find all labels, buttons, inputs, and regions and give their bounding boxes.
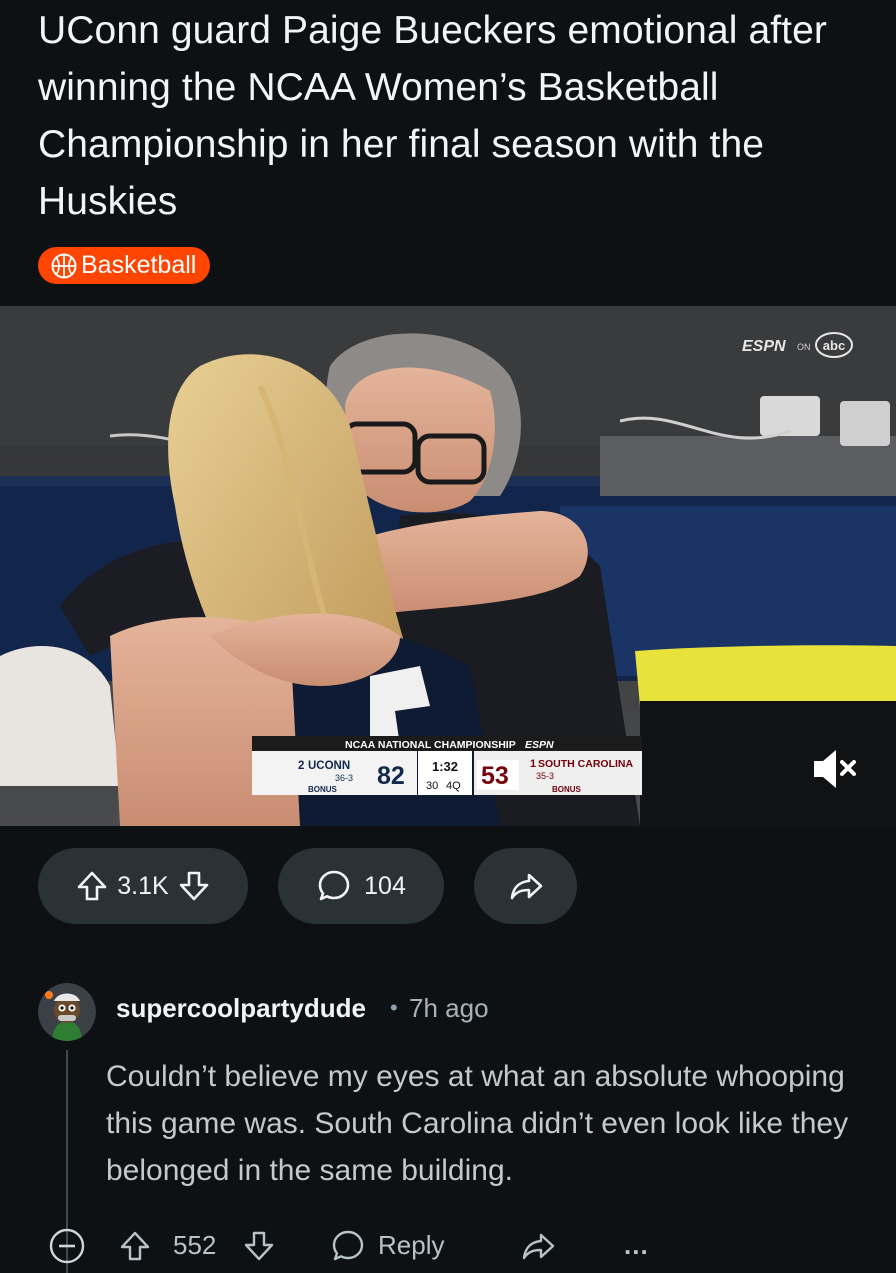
comment-vote-count: 552 (173, 1230, 217, 1260)
collapse-button[interactable] (48, 1218, 86, 1273)
downvote-icon[interactable] (177, 869, 211, 903)
downvote-icon (244, 1231, 274, 1260)
abc-logo: abc (823, 338, 845, 353)
home-score: 82 (377, 762, 405, 790)
comment-username[interactable]: supercoolpartydude (116, 993, 366, 1024)
scoreboard-event: NCAA NATIONAL CHAMPIONSHIP (345, 739, 516, 751)
vote-count: 3.1K (117, 871, 169, 900)
shot-clock: 30 (426, 780, 438, 792)
comment-share-button[interactable] (520, 1218, 556, 1273)
reply-label: Reply (378, 1230, 445, 1260)
video-player[interactable]: ESPN ON abc NCAA NATIONAL CHAMPIONSHIP E… (0, 306, 896, 826)
collapse-icon (49, 1228, 85, 1263)
avatar[interactable] (38, 983, 96, 1041)
away-bonus: BONUS (552, 785, 582, 794)
comment-count: 104 (364, 871, 406, 900)
share-icon (522, 1233, 555, 1259)
scoreboard-network: ESPN (525, 739, 554, 751)
scoreboard: NCAA NATIONAL CHAMPIONSHIP ESPN 2 UCONN … (252, 736, 642, 795)
upvote-icon[interactable] (75, 869, 109, 903)
mute-icon[interactable] (810, 744, 860, 794)
comment-actions: 552 Reply ... (0, 1218, 896, 1273)
espn-logo: ESPN (742, 338, 786, 355)
more-options-button[interactable]: ... (624, 1218, 649, 1273)
game-clock: 1:32 (432, 759, 458, 774)
share-button[interactable] (474, 848, 577, 924)
comment-icon (332, 1230, 364, 1260)
away-team: SOUTH CAROLINA (538, 758, 633, 770)
comment-timestamp: 7h ago (409, 993, 489, 1023)
vote-pill: 3.1K (38, 848, 248, 924)
tv-overlay: ESPN ON abc NCAA NATIONAL CHAMPIONSHIP E… (252, 332, 853, 795)
post-title[interactable]: UConn guard Paige Bueckers emotional aft… (38, 2, 858, 230)
upvote-icon (120, 1231, 150, 1260)
comment-upvote-button[interactable] (118, 1218, 152, 1273)
share-icon (510, 873, 542, 900)
flair-label: Basketball (81, 251, 197, 279)
comment-downvote-button[interactable] (242, 1218, 276, 1273)
home-seed: 2 (298, 760, 304, 772)
network-on-text: ON (797, 342, 811, 352)
comment-body: Couldn’t believe my eyes at what an abso… (106, 1060, 849, 1187)
post-actions: 3.1K 104 (0, 848, 896, 924)
away-score: 53 (481, 762, 509, 790)
meta-separator: • (390, 995, 398, 1020)
comment-icon (318, 870, 350, 901)
game-period: 4Q (446, 780, 461, 792)
home-record: 36-3 (335, 773, 353, 783)
reply-button[interactable]: Reply (330, 1218, 444, 1273)
flair-badge[interactable]: Basketball (38, 247, 211, 284)
home-bonus: BONUS (308, 785, 338, 794)
home-team: UCONN (308, 760, 350, 772)
comments-button[interactable]: 104 (278, 848, 444, 924)
away-record: 35-3 (536, 771, 554, 781)
away-seed: 1 (530, 758, 536, 770)
basketball-icon (51, 253, 77, 278)
